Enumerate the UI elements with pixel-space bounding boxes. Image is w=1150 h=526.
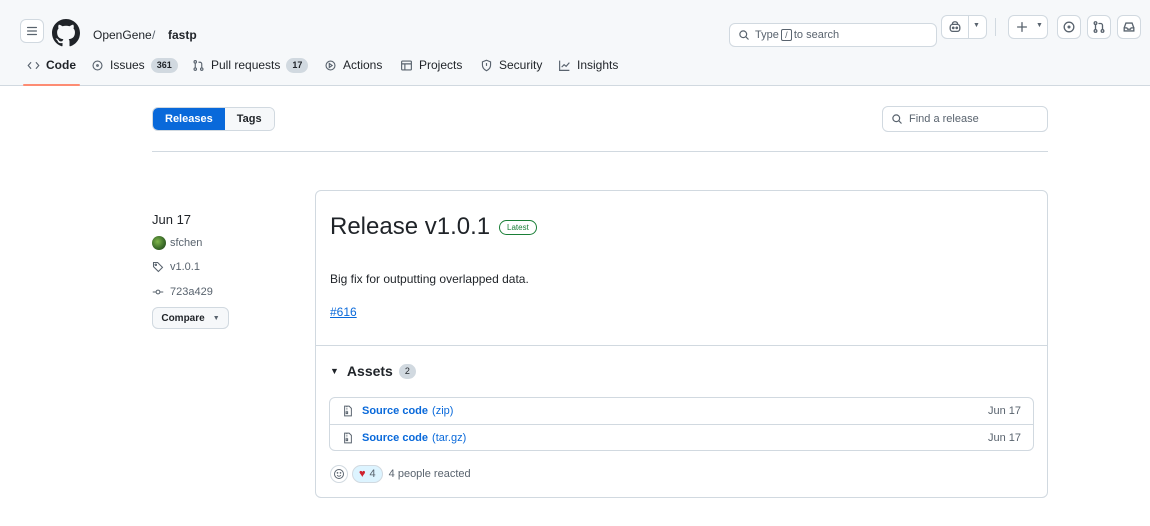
assets-counter: 2: [398, 363, 416, 379]
compare-button[interactable]: Compare ▼: [152, 307, 229, 329]
global-search-input[interactable]: Type / to search: [729, 23, 937, 47]
release-commit[interactable]: 723a429: [152, 286, 213, 298]
pull-requests-counter: 17: [286, 58, 309, 73]
tab-projects[interactable]: Projects: [400, 58, 462, 86]
file-zip-icon: [344, 432, 352, 443]
tab-actions[interactable]: Actions: [324, 58, 382, 86]
issues-button[interactable]: [1057, 15, 1081, 39]
find-release-input[interactable]: Find a release: [882, 106, 1048, 132]
asset-ext: (zip): [432, 405, 454, 417]
tab-code-label: Code: [46, 58, 76, 72]
heart-count: 4: [369, 468, 376, 480]
tab-code[interactable]: Code: [23, 58, 80, 86]
find-release-placeholder: Find a release: [909, 113, 979, 125]
asset-name: Source code: [362, 431, 429, 444]
avatar: [152, 236, 166, 250]
play-icon: [325, 60, 336, 71]
tab-issues[interactable]: Issues 361: [91, 58, 178, 86]
chevron-down-icon: ▼: [1036, 22, 1043, 29]
reaction-summary: 4 people reacted: [388, 468, 471, 480]
repo-tabs: Code Issues 361 Pull requests 17 Actions…: [0, 58, 1150, 86]
search-icon: [892, 114, 902, 124]
tab-pull-requests[interactable]: Pull requests 17: [192, 58, 309, 86]
file-zip-icon: [344, 405, 352, 417]
github-logo-icon[interactable]: [52, 19, 80, 47]
reactions-bar: ♥ 4 4 people reacted: [330, 465, 471, 483]
card-divider: [316, 345, 1047, 346]
search-prefix: Type: [755, 29, 779, 41]
releases-tags-toggle: Releases Tags: [152, 107, 275, 131]
breadcrumb-repo[interactable]: fastp: [168, 28, 197, 42]
table-icon: [401, 60, 412, 71]
chevron-down-icon: ▼: [212, 314, 220, 322]
list-item[interactable]: Source code (tar.gz) Jun 17: [330, 424, 1033, 450]
tags-tab-button[interactable]: Tags: [224, 108, 274, 130]
tag-icon: [152, 261, 164, 273]
shield-icon: [481, 59, 492, 72]
pull-requests-button[interactable]: [1087, 15, 1111, 39]
inbox-icon: [1123, 22, 1135, 32]
pull-request-link[interactable]: #616: [330, 305, 357, 319]
tab-issues-label: Issues: [110, 58, 145, 72]
tab-insights-label: Insights: [577, 58, 619, 72]
latest-badge: Latest: [499, 220, 537, 235]
add-reaction-button[interactable]: [330, 465, 348, 483]
search-shortcut-key: /: [780, 29, 792, 41]
hamburger-menu-button[interactable]: [20, 19, 44, 43]
inbox-button[interactable]: [1117, 15, 1141, 39]
asset-date: Jun 17: [987, 405, 1021, 417]
plus-icon: [1016, 21, 1028, 33]
asset-ext: (tar.gz): [432, 431, 467, 444]
release-notes: Big fix for outputting overlapped data.: [330, 272, 529, 286]
search-icon: [739, 30, 749, 40]
assets-toggle[interactable]: ▼ Assets 2: [330, 363, 416, 379]
asset-list: Source code (zip) Jun 17 Source code (ta…: [329, 397, 1034, 451]
commit-hash: 723a429: [170, 286, 213, 298]
global-topbar: OpenGene / fastp Type / to search ▼ ▼: [0, 8, 1150, 48]
release-date: Jun 17: [152, 212, 192, 227]
smiley-icon: [334, 469, 344, 479]
menu-icon: [26, 26, 38, 36]
breadcrumb-separator: /: [152, 28, 156, 42]
assets-label: Assets: [346, 363, 393, 379]
tab-pull-requests-label: Pull requests: [211, 58, 281, 72]
graph-icon: [559, 60, 570, 71]
tab-projects-label: Projects: [419, 58, 463, 72]
search-suffix: to search: [793, 29, 840, 41]
create-new-button[interactable]: ▼: [1008, 15, 1048, 39]
list-item[interactable]: Source code (zip) Jun 17: [330, 398, 1033, 424]
git-pull-request-icon: [1093, 21, 1105, 33]
chevron-down-icon: ▼: [973, 22, 980, 29]
tag-name: v1.0.1: [170, 261, 200, 273]
asset-name: Source code: [362, 405, 429, 417]
code-icon: [27, 61, 40, 70]
tab-security[interactable]: Security: [480, 58, 542, 86]
issue-opened-icon: [1063, 21, 1075, 33]
repo-header: OpenGene / fastp Type / to search ▼ ▼ Co…: [0, 0, 1150, 86]
issues-counter: 361: [150, 58, 178, 73]
triangle-down-icon: ▼: [330, 366, 339, 376]
release-tag[interactable]: v1.0.1: [152, 261, 200, 273]
release-title[interactable]: Release v1.0.1: [330, 213, 490, 241]
tab-security-label: Security: [499, 58, 543, 72]
tab-actions-label: Actions: [343, 58, 383, 72]
commit-icon: [152, 289, 164, 295]
heart-reaction-button[interactable]: ♥ 4: [352, 465, 383, 483]
asset-date: Jun 17: [987, 431, 1021, 444]
heart-icon: ♥: [359, 468, 366, 480]
releases-tab-button[interactable]: Releases: [153, 108, 225, 130]
author-name: sfchen: [170, 237, 203, 249]
breadcrumb-owner[interactable]: OpenGene: [93, 28, 152, 42]
release-card: Release v1.0.1 Latest Big fix for output…: [315, 190, 1048, 498]
git-pull-request-icon: [193, 60, 204, 71]
toolbar-divider: [995, 18, 996, 36]
copilot-button[interactable]: ▼: [941, 15, 987, 39]
issue-opened-icon: [92, 60, 103, 71]
copilot-icon: [949, 21, 961, 33]
section-divider: [152, 151, 1048, 152]
compare-label: Compare: [161, 312, 205, 324]
tab-insights[interactable]: Insights: [558, 58, 618, 86]
release-author[interactable]: sfchen: [152, 236, 202, 250]
